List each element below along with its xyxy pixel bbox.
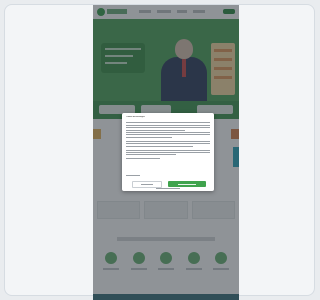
accept-all-button[interactable]	[168, 181, 206, 187]
dialog-body-text	[126, 121, 210, 171]
dialog-footer-links[interactable]	[150, 188, 186, 189]
dialog-title: Cookie-Einstellungen	[126, 116, 145, 118]
cookie-consent-dialog: Cookie-Einstellungen	[122, 113, 214, 191]
privacy-link[interactable]	[126, 175, 140, 176]
decline-button[interactable]	[132, 181, 162, 188]
